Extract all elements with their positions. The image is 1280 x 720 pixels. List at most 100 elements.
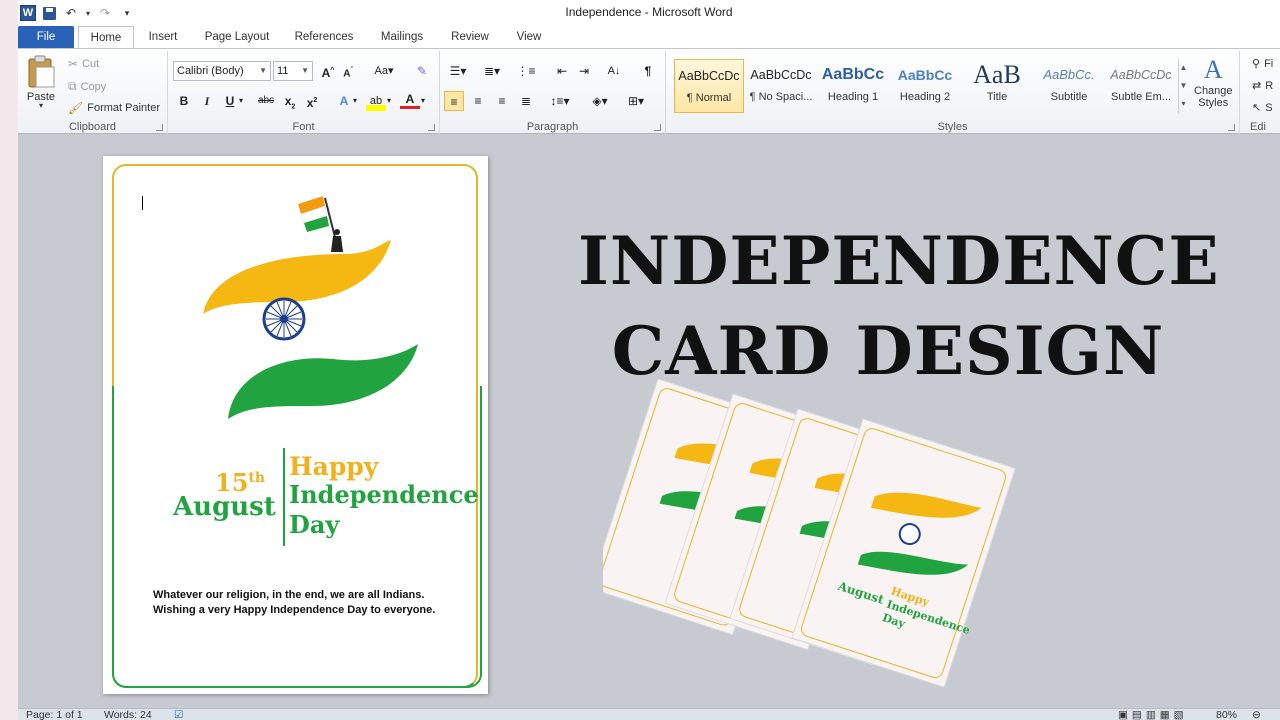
replace-icon: ⇄: [1252, 80, 1262, 92]
style-name: Title: [986, 91, 1008, 103]
paragraph-group: ☰▾ ≣▾ ⋮≡ ⇤ ⇥ A↓ ¶ ≡ ≡ ≡ ≣ ↕≡▾ ◈▾ ⊞▾ Para…: [440, 51, 666, 135]
copy-button[interactable]: ⧉ Copy: [68, 79, 106, 94]
cut-button[interactable]: ✂ Cut: [68, 57, 99, 71]
tab-file[interactable]: File: [18, 26, 74, 48]
italic-icon[interactable]: I: [197, 91, 217, 111]
card-message: Whatever our religion, in the end, we ar…: [153, 588, 453, 618]
style-title[interactable]: AaB Title: [962, 59, 1032, 113]
document-page[interactable]: 15th August Happy Independence Day Whate…: [103, 156, 488, 694]
change-case-icon[interactable]: Aa▾: [370, 61, 398, 81]
sort-icon[interactable]: A↓: [604, 61, 624, 81]
subscript-icon[interactable]: x2: [280, 91, 300, 111]
font-size-value: 11: [277, 65, 289, 77]
format-painter-button[interactable]: 🖌 Format Painter: [68, 101, 160, 115]
increase-indent-icon[interactable]: ⇥: [574, 61, 594, 81]
numbering-icon[interactable]: ≣▾: [478, 61, 506, 81]
tab-insert[interactable]: Insert: [138, 26, 188, 48]
change-styles-label-2: Styles: [1198, 97, 1229, 109]
replace-button[interactable]: ⇄ R: [1252, 79, 1273, 93]
font-color-icon[interactable]: A: [400, 91, 420, 109]
change-styles-button[interactable]: A Change Styles: [1194, 55, 1233, 109]
styles-launcher-icon[interactable]: [1228, 124, 1235, 131]
tab-references[interactable]: References: [286, 26, 362, 48]
find-button[interactable]: ⚲ Fi: [1252, 57, 1274, 71]
style-no-spacing[interactable]: AaBbCcDc ¶ No Spaci...: [746, 59, 816, 113]
format-painter-label: Format Painter: [87, 102, 160, 114]
shading-icon[interactable]: ◈▾: [586, 91, 614, 111]
clipboard-group: Paste ▾ ✂ Cut ⧉ Copy 🖌 Format Painter Cl…: [18, 51, 168, 135]
font-color-dropdown-icon[interactable]: ▾: [418, 91, 428, 111]
greeting-happy: Happy: [289, 452, 379, 481]
paste-dropdown-icon[interactable]: ▾: [39, 101, 43, 110]
tab-review[interactable]: Review: [442, 26, 498, 48]
scissors-icon: ✂: [68, 57, 79, 71]
page-count[interactable]: Page: 1 of 1: [26, 709, 83, 720]
align-left-icon[interactable]: ≡: [444, 91, 464, 111]
align-right-icon[interactable]: ≡: [492, 91, 512, 111]
view-buttons[interactable]: ▣▤▥▦▧: [1118, 709, 1188, 720]
style-name: ¶ No Spaci...: [749, 91, 813, 103]
shrink-font-icon[interactable]: Aˇ: [338, 61, 358, 81]
line-spacing-icon[interactable]: ↕≡▾: [546, 91, 574, 111]
justify-icon[interactable]: ≣: [516, 91, 536, 111]
greeting-independence: Independence: [289, 480, 479, 509]
bullets-icon[interactable]: ☰▾: [444, 61, 472, 81]
left-edge-strip: [0, 0, 18, 720]
change-styles-icon: A: [1203, 55, 1223, 84]
style-normal[interactable]: AaBbCcDc ¶ Normal: [674, 59, 744, 113]
select-label: S: [1265, 101, 1273, 114]
multilevel-list-icon[interactable]: ⋮≡: [512, 61, 540, 81]
style-sample: AaBbCcDc: [1110, 68, 1172, 82]
ribbon-home: Paste ▾ ✂ Cut ⧉ Copy 🖌 Format Painter Cl…: [18, 48, 1280, 135]
paste-button[interactable]: Paste ▾: [26, 55, 56, 110]
title-bar: W ↶ ▾ ↷ ▾ Independence - Microsoft Word: [18, 0, 1280, 26]
clear-formatting-icon[interactable]: ✎: [412, 61, 432, 81]
font-launcher-icon[interactable]: [428, 124, 435, 131]
select-button[interactable]: ↖ S: [1252, 101, 1273, 115]
style-subtitle[interactable]: AaBbCc. Subtitle: [1034, 59, 1104, 113]
decrease-indent-icon[interactable]: ⇤: [552, 61, 572, 81]
style-heading-2[interactable]: AaBbCc Heading 2: [890, 59, 960, 113]
tab-page-layout[interactable]: Page Layout: [196, 26, 278, 48]
word-count[interactable]: Words: 24: [104, 709, 152, 720]
tab-mailings[interactable]: Mailings: [370, 26, 434, 48]
clipboard-group-label: Clipboard: [68, 121, 117, 133]
superscript-icon[interactable]: x2: [302, 91, 322, 111]
text-cursor: [142, 196, 143, 210]
grow-font-icon[interactable]: A^: [318, 61, 338, 81]
window-title: Independence - Microsoft Word: [565, 5, 733, 19]
style-sample: AaBbCc.: [1043, 67, 1095, 82]
binoculars-icon: ⚲: [1252, 58, 1261, 70]
green-wave: [228, 344, 418, 419]
styles-scroll[interactable]: ▲ ▼ ▾: [1178, 59, 1188, 113]
bold-icon[interactable]: B: [174, 91, 194, 111]
strikethrough-icon[interactable]: abc: [254, 91, 278, 111]
style-name: Subtle Em...: [1111, 91, 1171, 103]
document-area[interactable]: 15th August Happy Independence Day Whate…: [18, 134, 1280, 708]
zoom-out-icon[interactable]: ⊖: [1252, 709, 1261, 720]
text-effects-dropdown-icon[interactable]: ▾: [350, 91, 360, 111]
align-center-icon[interactable]: ≡: [468, 91, 488, 111]
font-name-combo[interactable]: Calibri (Body) ▼: [173, 61, 271, 81]
font-size-combo[interactable]: 11 ▼: [273, 61, 313, 81]
clipboard-launcher-icon[interactable]: [156, 124, 163, 131]
zoom-level[interactable]: 80%: [1216, 709, 1237, 720]
styles-group: AaBbCcDc ¶ Normal AaBbCcDc ¶ No Spaci...…: [666, 51, 1240, 135]
proofing-icon[interactable]: ☑: [174, 709, 183, 720]
style-subtle-emphasis[interactable]: AaBbCcDc Subtle Em...: [1106, 59, 1176, 113]
font-name-value: Calibri (Body): [177, 65, 244, 77]
show-formatting-marks-icon[interactable]: ¶: [638, 61, 658, 81]
find-label: Fi: [1264, 57, 1274, 70]
tab-home[interactable]: Home: [78, 26, 134, 49]
highlight-icon[interactable]: ab: [366, 91, 386, 111]
tab-view[interactable]: View: [506, 26, 552, 48]
style-sample: AaBbCc: [897, 67, 953, 83]
font-group: Calibri (Body) ▼ 11 ▼ A^ Aˇ Aa▾ ✎ B I U …: [168, 51, 440, 135]
borders-icon[interactable]: ⊞▾: [622, 91, 650, 111]
paragraph-launcher-icon[interactable]: [654, 124, 661, 131]
style-name: ¶ Normal: [686, 92, 732, 104]
ribbon-tabs: File Home Insert Page Layout References …: [18, 26, 1280, 49]
underline-dropdown-icon[interactable]: ▾: [236, 91, 246, 111]
style-heading-1[interactable]: AaBbCc Heading 1: [818, 59, 888, 113]
highlight-dropdown-icon[interactable]: ▾: [384, 91, 394, 111]
